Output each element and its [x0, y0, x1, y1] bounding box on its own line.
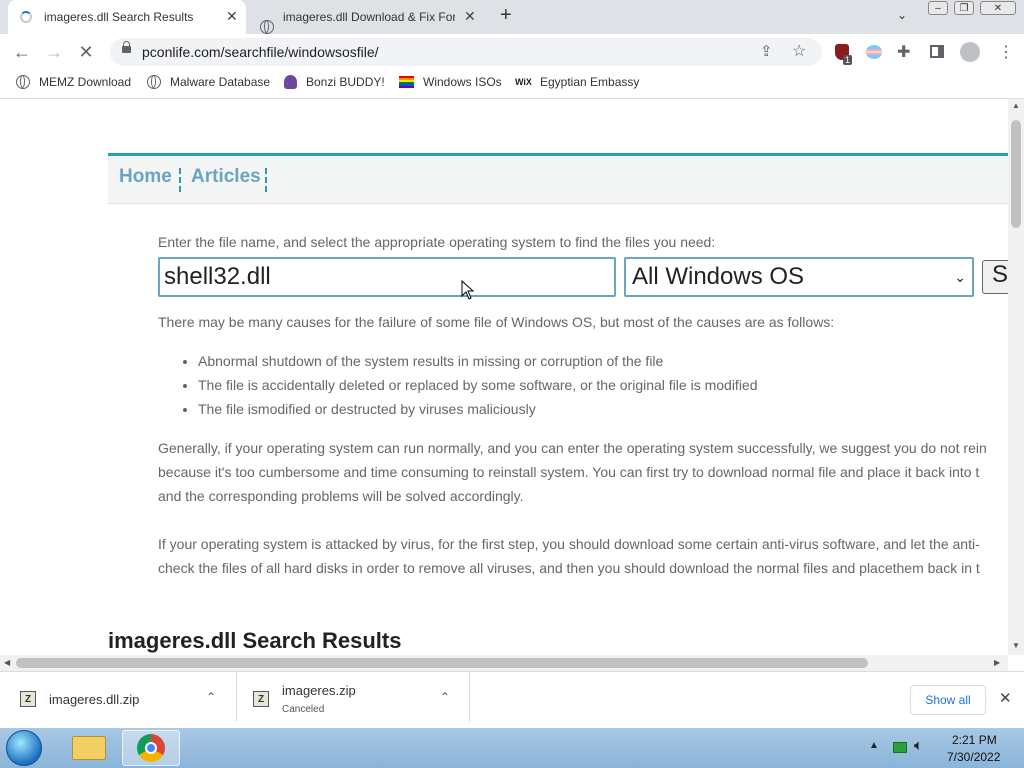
tab-title: imageres.dll Download & Fix For: [283, 10, 455, 24]
paragraph-line: check the files of all hard disks in ord…: [158, 560, 980, 576]
loading-spinner-icon: [20, 11, 32, 23]
bookmark-label: MEMZ Download: [39, 75, 132, 89]
minimize-icon[interactable]: –: [928, 1, 948, 15]
list-item: The file ismodified or destructed by vir…: [198, 397, 758, 421]
close-shelf-icon[interactable]: ✕: [999, 689, 1012, 707]
tab-title: imageres.dll Search Results: [44, 10, 194, 24]
search-hint: Enter the file name, and select the appr…: [158, 234, 716, 250]
start-button-icon[interactable]: [6, 730, 42, 766]
download-filename: imageres.dll.zip: [49, 692, 140, 707]
chevron-up-icon[interactable]: ⌃: [440, 690, 450, 704]
divider: [236, 672, 237, 722]
window-close-icon[interactable]: ✕: [980, 1, 1016, 15]
extension-badge: 1: [843, 55, 853, 65]
globe-icon: [260, 20, 274, 34]
volume-icon[interactable]: 🔈︎: [914, 737, 923, 754]
mouse-cursor-icon: [461, 280, 475, 300]
nav-home-link[interactable]: Home: [119, 166, 172, 188]
os-select[interactable]: All Windows OS ⌄: [624, 257, 974, 297]
list-item: The file is accidentally deleted or repl…: [198, 373, 758, 397]
download-shelf: Z imageres.dll.zip ⌃ Z imageres.zip Canc…: [0, 671, 1024, 729]
lock-icon: [122, 41, 131, 53]
chrome-icon-center: [145, 742, 157, 754]
download-filename: imageres.zip: [282, 683, 356, 698]
divider: [469, 672, 470, 722]
network-icon[interactable]: [893, 742, 907, 753]
download-item[interactable]: Z imageres.zip Canceled ⌃: [240, 678, 464, 722]
globe-icon: [16, 75, 30, 89]
tab-search-results[interactable]: imageres.dll Search Results ✕: [8, 0, 246, 34]
tab-search-chevron-icon[interactable]: ⌄: [897, 8, 907, 22]
scroll-right-icon[interactable]: ▶: [994, 658, 1000, 667]
paragraph-line: and the corresponding problems will be s…: [158, 488, 524, 504]
bookmark-windows-isos[interactable]: Windows ISOs: [399, 75, 502, 89]
bookmark-malware-database[interactable]: Malware Database: [147, 75, 270, 89]
bonzi-icon: [284, 75, 297, 89]
clock-time[interactable]: 2:21 PM: [952, 733, 997, 747]
paragraph-line: If your operating system is attacked by …: [158, 536, 980, 552]
zip-file-icon: Z: [20, 691, 36, 707]
wix-icon: WiX: [515, 77, 532, 87]
file-explorer-icon[interactable]: [72, 736, 106, 760]
paragraph-line: Generally, if your operating system can …: [158, 440, 987, 456]
bookmark-star-icon[interactable]: ☆: [792, 41, 806, 61]
nav-articles-link[interactable]: Articles: [191, 166, 261, 188]
vertical-scroll-thumb[interactable]: [1011, 120, 1021, 228]
show-all-button[interactable]: Show all: [910, 685, 986, 715]
os-selected-value: All Windows OS: [632, 263, 805, 290]
stop-loading-icon[interactable]: ✕: [72, 38, 100, 66]
bookmark-bonzi-buddy[interactable]: Bonzi BUDDY!: [284, 75, 385, 89]
rainbow-flag-icon: [399, 76, 414, 88]
scroll-left-icon[interactable]: ◀: [4, 658, 10, 667]
restore-icon[interactable]: ❐: [954, 1, 974, 15]
profile-avatar-icon[interactable]: [960, 42, 980, 62]
causes-list: Abnormal shutdown of the system results …: [198, 349, 758, 421]
forward-icon[interactable]: →: [40, 38, 68, 66]
list-item: Abnormal shutdown of the system results …: [198, 349, 758, 373]
paragraph-line: because it's too cumbersome and time con…: [158, 464, 980, 480]
chrome-icon: [137, 734, 165, 762]
new-tab-icon[interactable]: +: [500, 4, 512, 27]
scroll-down-icon[interactable]: ▼: [1012, 641, 1020, 650]
side-panel-icon[interactable]: [930, 45, 944, 58]
back-icon[interactable]: ←: [8, 38, 36, 66]
scroll-up-icon[interactable]: ▲: [1012, 101, 1020, 110]
bookmark-egyptian-embassy[interactable]: WiX Egyptian Embassy: [515, 75, 639, 89]
clock-date[interactable]: 7/30/2022: [947, 750, 1000, 764]
tab-download-fix[interactable]: imageres.dll Download & Fix For ✕: [248, 0, 484, 34]
nav-divider: [265, 168, 267, 192]
windows-taskbar: ▲ 🔈︎ 2:21 PM 7/30/2022: [0, 728, 1024, 768]
browser-menu-icon[interactable]: ⋮: [998, 42, 1014, 62]
bookmark-label: Egyptian Embassy: [540, 75, 640, 89]
extensions-puzzle-icon[interactable]: ✚: [897, 42, 910, 62]
chevron-down-icon: ⌄: [954, 268, 966, 285]
file-search-input[interactable]: [158, 257, 616, 297]
bookmark-label: Malware Database: [170, 75, 271, 89]
web-page: Home Articles Enter the file name, and s…: [0, 99, 1008, 655]
tray-expand-icon[interactable]: ▲: [869, 740, 879, 751]
search-button[interactable]: S: [982, 260, 1008, 294]
url-text[interactable]: pconlife.com/searchfile/windowsosfile/: [142, 44, 379, 60]
download-status: Canceled: [282, 704, 325, 715]
horizontal-scroll-thumb[interactable]: [16, 658, 868, 668]
causes-intro: There may be many causes for the failure…: [158, 314, 835, 330]
tab-close-icon[interactable]: ✕: [464, 8, 476, 25]
chrome-taskbar-button[interactable]: [122, 730, 180, 766]
bookmark-label: Bonzi BUDDY!: [306, 75, 385, 89]
trans-flag-extension-icon[interactable]: [866, 45, 882, 59]
site-nav: Home Articles: [108, 153, 1008, 204]
share-icon[interactable]: ⇪: [760, 42, 773, 60]
bookmark-memz[interactable]: MEMZ Download: [16, 75, 131, 89]
bookmark-label: Windows ISOs: [423, 75, 502, 89]
zip-file-icon: Z: [253, 691, 269, 707]
globe-icon: [147, 75, 161, 89]
address-bar[interactable]: pconlife.com/searchfile/windowsosfile/ ⇪…: [110, 38, 822, 66]
nav-divider: [179, 168, 181, 192]
tab-close-icon[interactable]: ✕: [226, 8, 238, 25]
results-heading: imageres.dll Search Results: [108, 628, 402, 653]
bookmarks-bar: MEMZ Download Malware Database Bonzi BUD…: [0, 70, 1024, 99]
download-item[interactable]: Z imageres.dll.zip ⌃: [8, 678, 232, 722]
chevron-up-icon[interactable]: ⌃: [206, 690, 216, 704]
tab-strip: imageres.dll Search Results ✕ imageres.d…: [0, 0, 1024, 34]
